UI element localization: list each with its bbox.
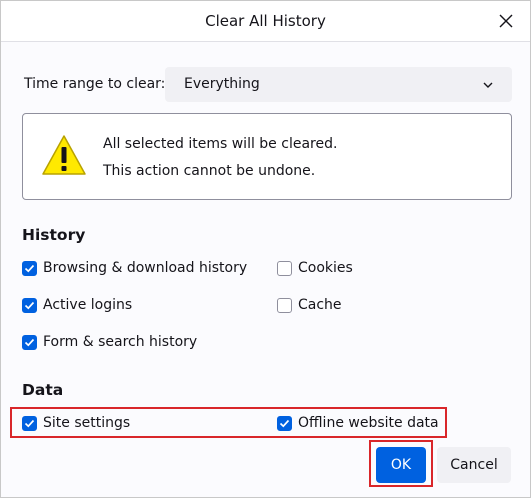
checkbox-label: Browsing & download history bbox=[43, 260, 248, 276]
warning-icon bbox=[42, 135, 86, 175]
time-range-label: Time range to clear: bbox=[24, 76, 166, 92]
warning-text-line2: This action cannot be undone. bbox=[103, 163, 316, 179]
ok-button[interactable]: OK bbox=[376, 447, 426, 483]
checkbox-label: Cache bbox=[298, 297, 342, 313]
warning-text-line1: All selected items will be cleared. bbox=[103, 136, 338, 152]
checkbox-cache[interactable]: Cache bbox=[277, 297, 342, 313]
time-range-select[interactable]: Everything bbox=[165, 67, 512, 102]
checkbox-checked[interactable] bbox=[22, 260, 37, 276]
checkbox-active-logins[interactable]: Active logins bbox=[22, 297, 132, 313]
checkbox-label: Cookies bbox=[298, 260, 353, 276]
warning-box: All selected items will be cleared. This… bbox=[22, 113, 512, 200]
cancel-button[interactable]: Cancel bbox=[437, 447, 511, 483]
checkbox-checked[interactable] bbox=[22, 415, 37, 431]
title-bar: Clear All History bbox=[1, 1, 530, 42]
history-heading: History bbox=[22, 226, 86, 244]
time-range-value: Everything bbox=[184, 76, 260, 92]
chevron-down-icon bbox=[483, 82, 493, 88]
close-icon[interactable] bbox=[496, 11, 516, 31]
checkbox-site-settings[interactable]: Site settings bbox=[22, 415, 130, 431]
checkbox-cookies[interactable]: Cookies bbox=[277, 260, 353, 276]
checkbox-checked[interactable] bbox=[22, 334, 37, 350]
dialog-title: Clear All History bbox=[205, 12, 326, 30]
checkbox-form-search-history[interactable]: Form & search history bbox=[22, 334, 197, 350]
checkbox-checked[interactable] bbox=[277, 415, 292, 431]
checkbox-checked[interactable] bbox=[22, 297, 37, 313]
checkbox-label: Active logins bbox=[43, 297, 133, 313]
checkbox-browsing-download-history[interactable]: Browsing & download history bbox=[22, 260, 247, 276]
data-heading: Data bbox=[22, 381, 64, 399]
clear-history-dialog: Clear All History Time range to clear: E… bbox=[0, 0, 531, 498]
checkbox-label: Form & search history bbox=[43, 334, 198, 350]
checkbox-offline-website-data[interactable]: Offline website data bbox=[277, 415, 439, 431]
checkbox-unchecked[interactable] bbox=[277, 297, 292, 313]
checkbox-unchecked[interactable] bbox=[277, 260, 292, 276]
checkbox-label: Site settings bbox=[43, 415, 131, 431]
checkbox-label: Offline website data bbox=[298, 415, 439, 431]
